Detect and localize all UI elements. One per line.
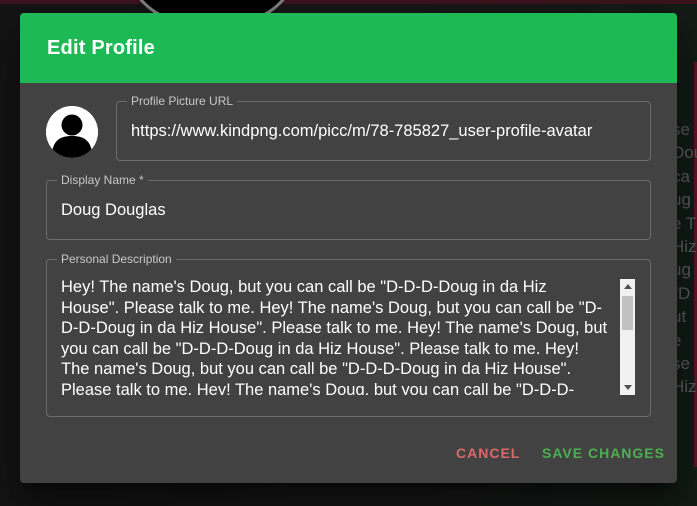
profile-picture-url-input[interactable]: https://www.kindpng.com/picc/m/78-785827… bbox=[131, 122, 637, 141]
display-name-field[interactable]: Display Name * Doug Douglas bbox=[46, 173, 651, 240]
save-changes-button[interactable]: SAVE CHANGES bbox=[542, 441, 665, 465]
user-avatar-icon-graphic bbox=[46, 106, 98, 158]
cancel-button[interactable]: CANCEL bbox=[456, 441, 520, 465]
scroll-up-arrow-icon[interactable] bbox=[620, 279, 635, 294]
dialog-header: Edit Profile bbox=[20, 13, 677, 83]
description-scrollbar[interactable] bbox=[620, 279, 635, 395]
profile-picture-url-label: Profile Picture URL bbox=[127, 94, 238, 108]
personal-description-label: Personal Description bbox=[57, 252, 176, 266]
scroll-up-arrow-icon-graphic bbox=[623, 284, 632, 289]
scroll-down-arrow-icon-graphic bbox=[623, 385, 632, 390]
scrollbar-thumb[interactable] bbox=[622, 296, 633, 330]
scroll-down-arrow-icon[interactable] bbox=[620, 380, 635, 395]
dialog-title: Edit Profile bbox=[47, 36, 155, 59]
display-name-input[interactable]: Doug Douglas bbox=[61, 201, 631, 220]
profile-picture-url-field[interactable]: Profile Picture URL https://www.kindpng.… bbox=[116, 94, 651, 161]
personal-description-field[interactable]: Personal Description Hey! The name's Dou… bbox=[46, 252, 651, 417]
personal-description-textarea[interactable]: Hey! The name's Doug, but you can call b… bbox=[61, 277, 609, 395]
edit-profile-dialog: Edit Profile Profile Picture URL https:/… bbox=[20, 13, 677, 483]
user-avatar-icon bbox=[46, 106, 98, 158]
display-name-label: Display Name * bbox=[57, 173, 148, 187]
